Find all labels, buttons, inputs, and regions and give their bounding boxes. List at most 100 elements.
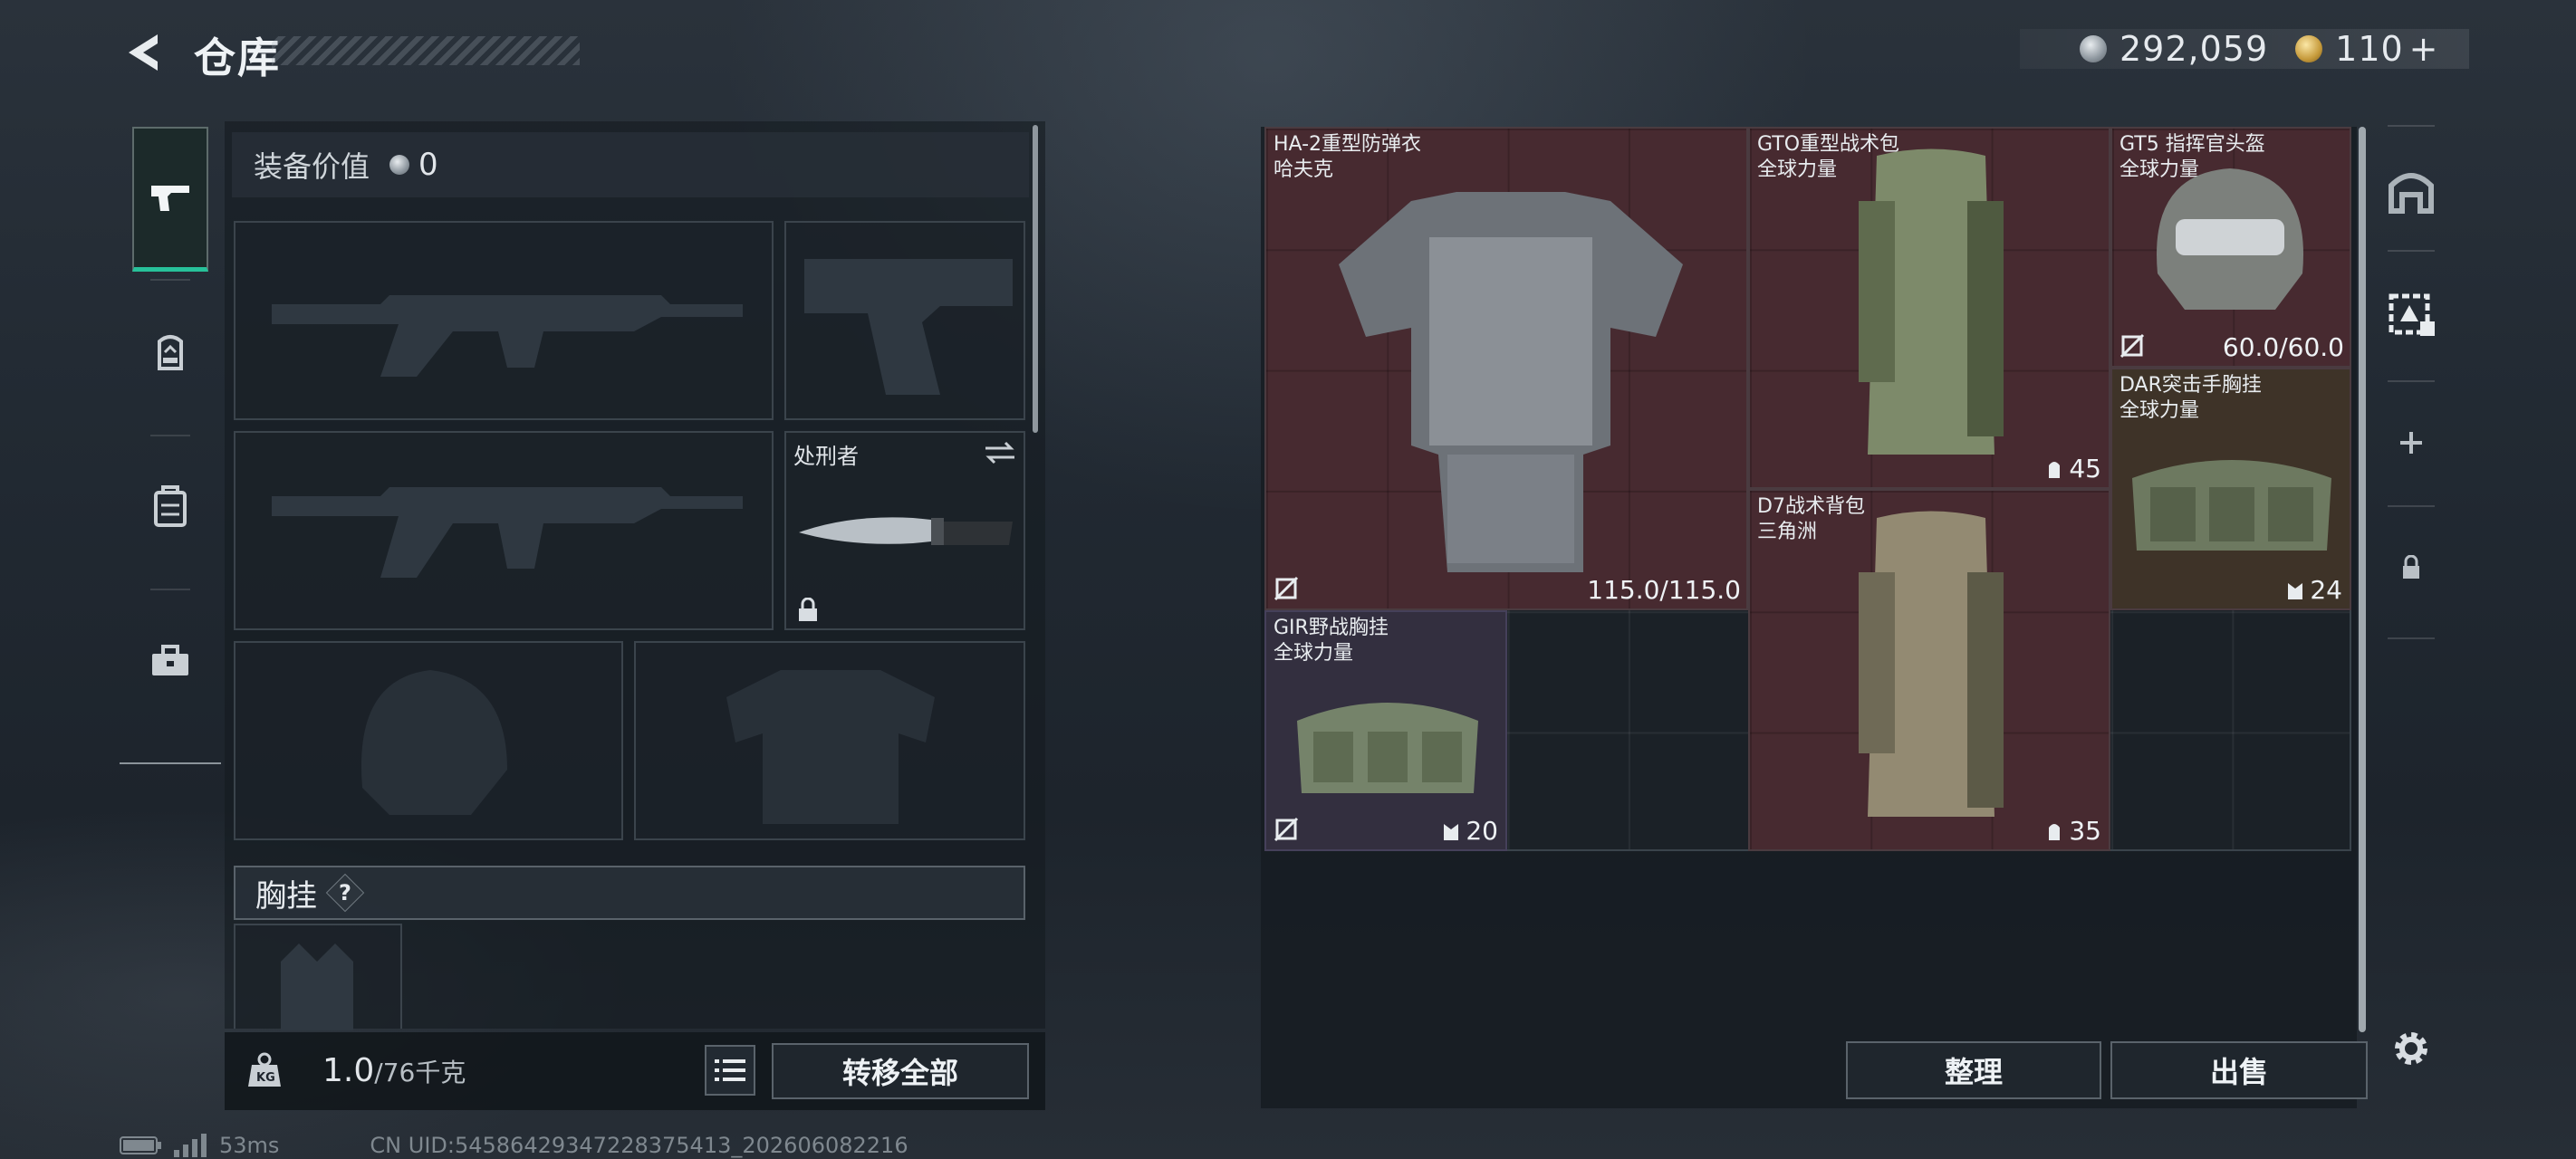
capacity-icon [2049, 823, 2061, 840]
tab-case[interactable] [132, 598, 208, 724]
tab-separator [150, 435, 190, 436]
item-name: GIR野战胸挂 全球力量 [1274, 617, 1389, 665]
plus-icon [2400, 432, 2422, 454]
warehouse-icon [2389, 173, 2434, 214]
tab-separator [150, 589, 190, 590]
storage-toolbar [2373, 125, 2449, 650]
toolbox-icon [152, 645, 188, 675]
chest-rig-silhouette-icon [281, 943, 353, 1030]
ping-value: 53ms [219, 1133, 280, 1158]
chest-rig-slot[interactable] [234, 924, 402, 1030]
pistol-icon [151, 185, 189, 211]
item-name: DAR突击手胸挂 全球力量 [2119, 374, 2262, 422]
sidearm-slot[interactable] [784, 221, 1025, 420]
sort-button[interactable]: 整理 [1846, 1041, 2101, 1099]
armor-slot[interactable] [634, 641, 1025, 840]
vest-icon [154, 485, 187, 527]
no-repair-icon [2119, 333, 2145, 359]
item-capacity-wrap: 20 [1440, 816, 1498, 846]
battery-icon [120, 1136, 161, 1154]
max-weight: /76千克 [374, 1058, 466, 1087]
item-durability: 115.0/115.0 [1587, 575, 1741, 605]
signal-icon [174, 1134, 207, 1157]
backpack-image [1859, 148, 2004, 455]
title-decoration [272, 36, 580, 65]
helmet-slot[interactable] [234, 641, 623, 840]
helmet-silhouette-icon [360, 670, 507, 815]
storage-item-assault-rig[interactable]: DAR突击手胸挂 全球力量 24 [2110, 368, 2351, 610]
rifle-silhouette-icon [272, 487, 743, 578]
status-bar: 53ms CN UID:54586429347228375413_2026060… [120, 1132, 908, 1159]
currency-bar: 292,059 110 + [2020, 29, 2469, 69]
item-capacity-wrap: 24 [2284, 575, 2342, 605]
item-capacity: 24 [2310, 575, 2342, 605]
category-tabs [120, 118, 221, 764]
item-durability: 60.0/60.0 [2222, 332, 2344, 362]
melee-slot[interactable]: 处刑者 [784, 431, 1025, 630]
chest-rig-image [1297, 703, 1478, 793]
selection-icon [2389, 293, 2435, 336]
coin-icon [389, 155, 410, 175]
gear-icon [2395, 1032, 2427, 1065]
storage-item-body-armor[interactable]: HA-2重型防弹衣 哈夫克 115.0/115.0 [1264, 127, 1748, 610]
tab-vest[interactable] [132, 444, 208, 570]
quick-select-tab[interactable] [2373, 263, 2449, 362]
secondary-weapon-slot[interactable] [234, 431, 774, 630]
current-weight: 1.0 [322, 1052, 375, 1089]
list-icon [715, 1059, 745, 1081]
toolbar-separator [2388, 250, 2435, 252]
item-capacity: 35 [2069, 816, 2101, 846]
storage-item-helmet[interactable]: GT5 指挥官头盔 全球力量 60.0/60.0 [2110, 127, 2351, 368]
help-icon: ? [339, 879, 351, 905]
storage-item-heavy-pack[interactable]: GTO重型战术包 全球力量 45 [1748, 127, 2110, 489]
body-armor-image [1339, 192, 1683, 572]
settings-button[interactable] [2386, 1023, 2437, 1074]
backpack-image [1859, 511, 2004, 817]
lock-icon [799, 598, 817, 621]
carry-weight: 1.0/76千克 [322, 1052, 466, 1089]
no-repair-icon [1274, 576, 1299, 601]
coin-balance: 292,059 [2119, 29, 2269, 69]
toolbar-separator [2388, 380, 2435, 382]
swap-icon [985, 441, 1014, 465]
rifle-silhouette-icon [272, 295, 743, 377]
ticket-balance: 110 [2335, 29, 2404, 69]
toolbar-separator [2388, 125, 2435, 127]
toolbar-separator [2388, 637, 2435, 639]
sell-button[interactable]: 出售 [2110, 1041, 2368, 1099]
backpack-icon [158, 335, 183, 370]
armor-silhouette-icon [726, 670, 935, 824]
add-storage-button[interactable] [2373, 393, 2449, 493]
chest-rig-image [2132, 460, 2331, 551]
locked-storage-button[interactable] [2373, 518, 2449, 618]
page-title: 仓库 [194, 34, 281, 82]
equipment-value: 0 [418, 147, 438, 183]
add-tickets-button[interactable]: + [2409, 29, 2438, 69]
storage-scrollbar[interactable] [2359, 127, 2366, 1032]
back-button[interactable] [120, 27, 170, 78]
equipment-value-bar: 装备价值 0 [232, 132, 1029, 197]
list-view-button[interactable] [705, 1045, 755, 1096]
tab-weapons[interactable] [132, 127, 208, 272]
equipment-value-label: 装备价值 [254, 149, 370, 184]
inventory-footer: KG 1.0/76千克 转移全部 [225, 1032, 1045, 1110]
transfer-all-button[interactable]: 转移全部 [772, 1043, 1029, 1099]
tab-backpack[interactable] [132, 290, 208, 417]
no-repair-icon [1274, 817, 1299, 842]
primary-weapon-slot[interactable] [234, 221, 774, 420]
back-arrow-icon [129, 34, 158, 71]
item-capacity-wrap: 45 [2043, 454, 2101, 484]
toolbar-separator [2388, 505, 2435, 507]
weight-icon: KG [239, 1045, 290, 1096]
rig-capacity-icon [2288, 582, 2303, 599]
ticket-icon [2295, 35, 2323, 62]
storage-item-tactical-pack[interactable]: D7战术背包 三角洲 35 [1748, 489, 2110, 851]
capacity-icon [2049, 461, 2061, 478]
chest-rig-header: 胸挂 ? [234, 866, 1025, 920]
storage-item-field-rig[interactable]: GIR野战胸挂 全球力量 20 [1264, 610, 1507, 851]
item-capacity: 45 [2069, 454, 2101, 484]
help-button[interactable]: ? [325, 873, 365, 913]
equipment-scrollbar[interactable] [1033, 125, 1038, 433]
warehouse-tab[interactable] [2373, 141, 2449, 241]
pistol-silhouette-icon [804, 259, 1013, 395]
